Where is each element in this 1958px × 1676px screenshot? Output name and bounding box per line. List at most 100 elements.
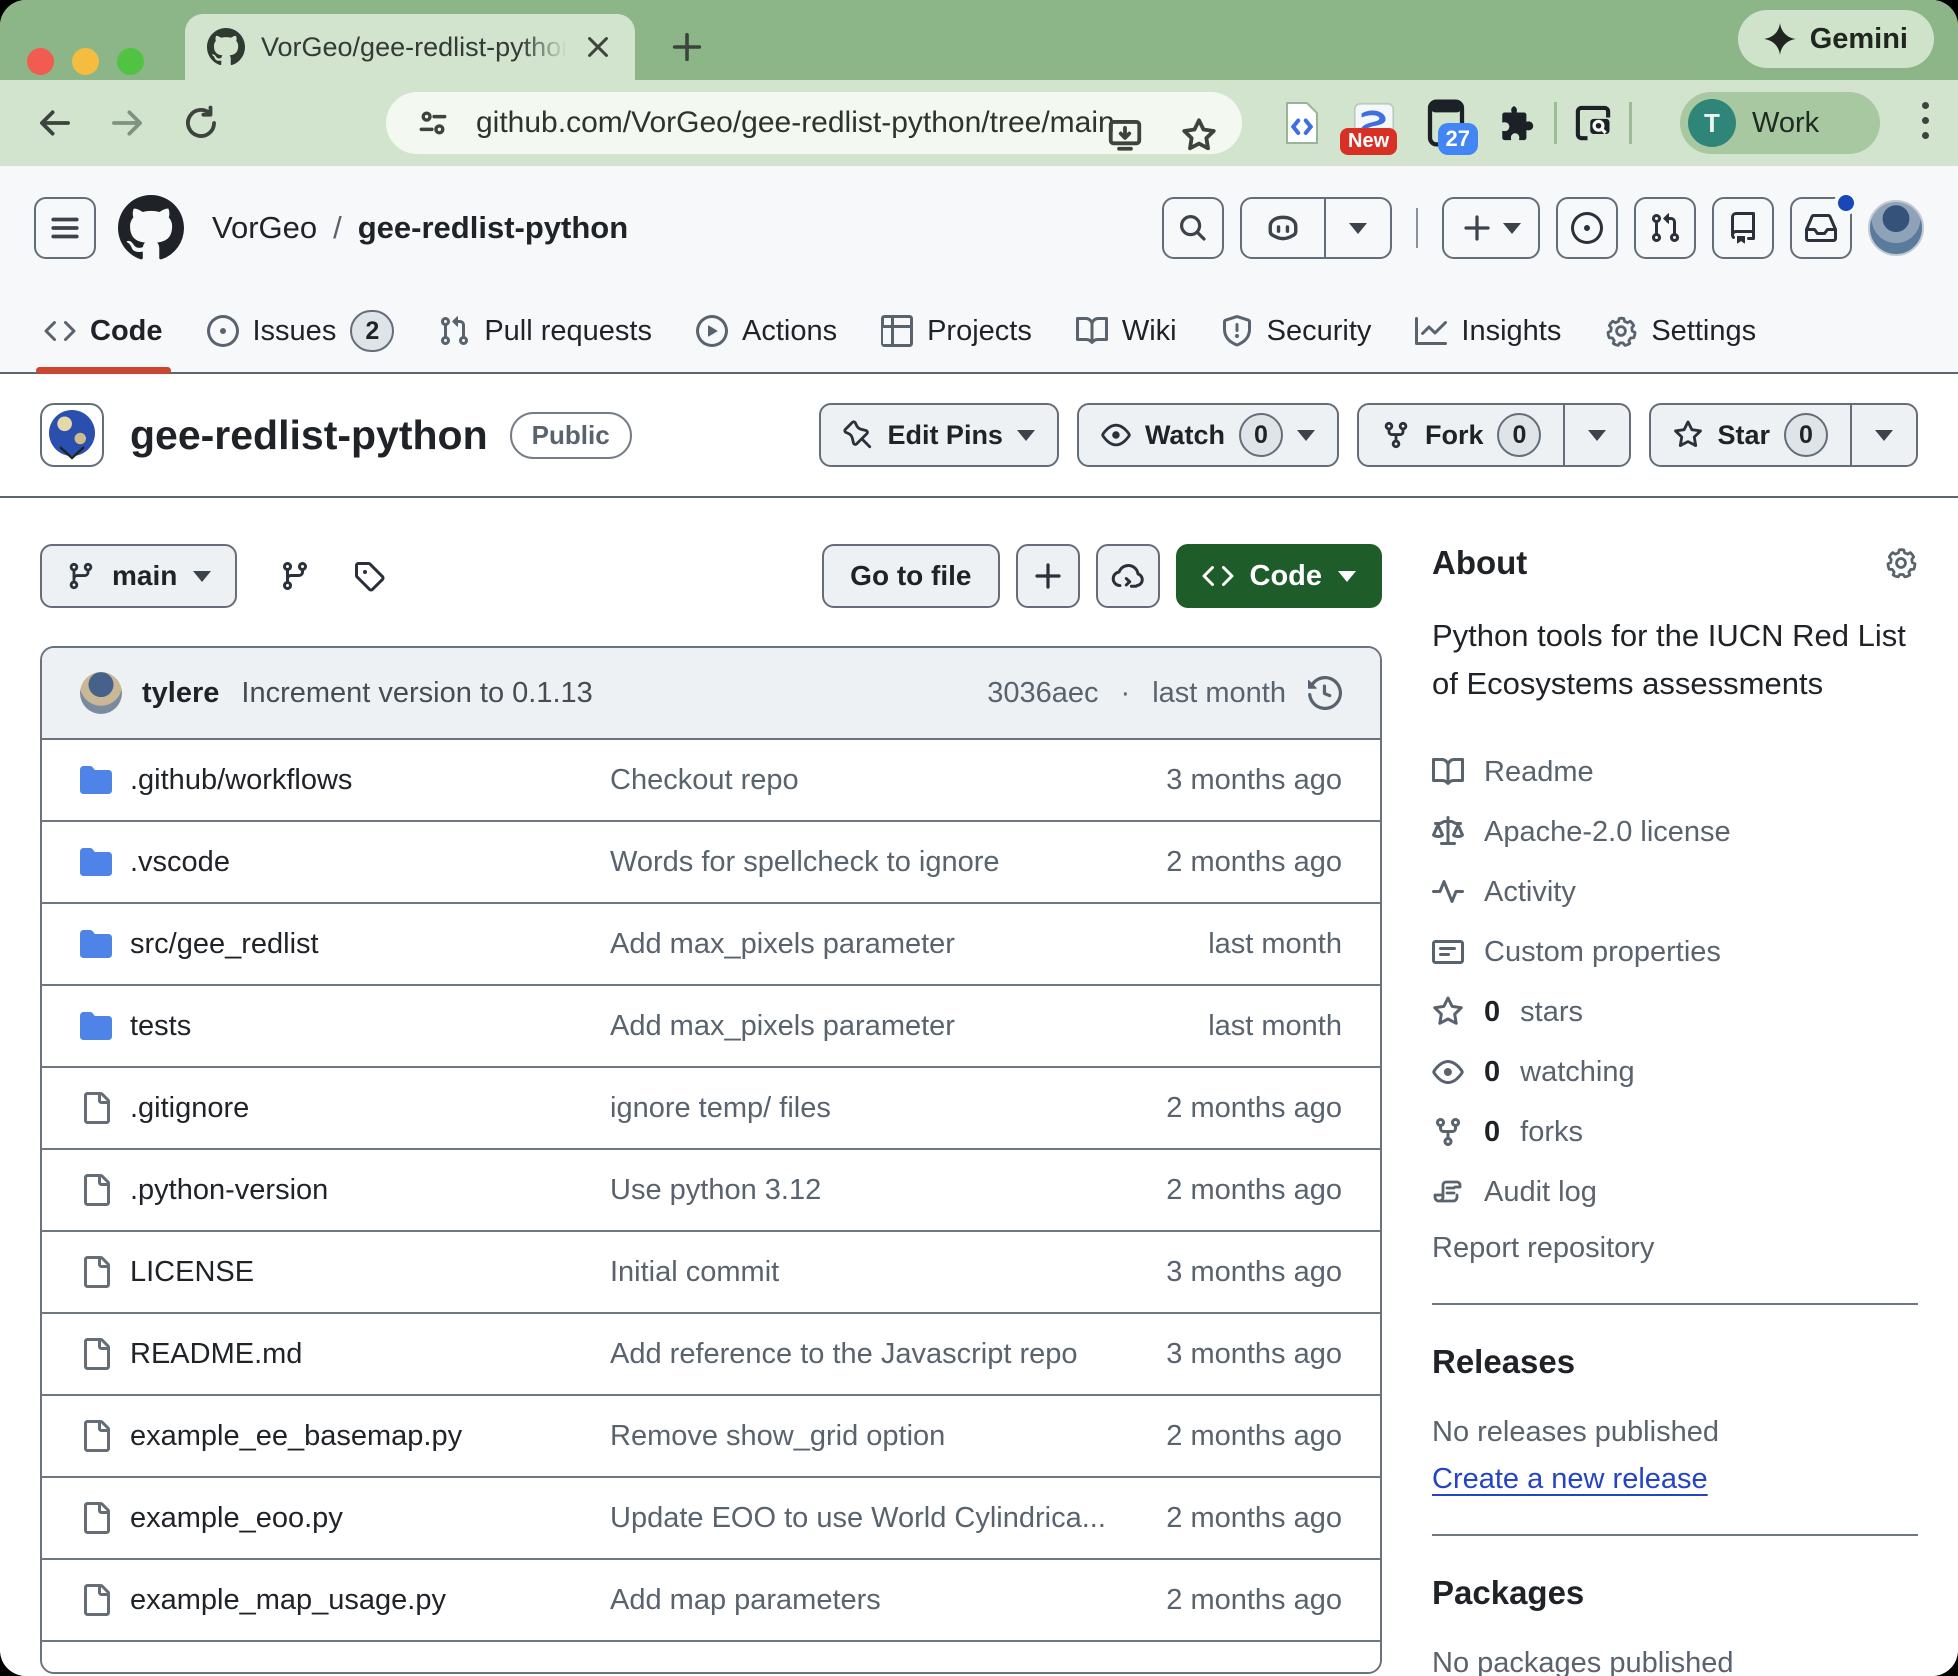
- new-tab-button[interactable]: [660, 20, 714, 74]
- profile-avatar: T: [1688, 99, 1736, 147]
- repositories-button[interactable]: [1712, 197, 1774, 259]
- tab-title: VorGeo/gee-redlist-python: P: [261, 32, 567, 63]
- file-row[interactable]: [42, 1642, 1380, 1672]
- file-row[interactable]: LICENSE Initial commit 3 months ago: [42, 1232, 1380, 1314]
- star-button[interactable]: Star 0: [1651, 405, 1852, 465]
- breadcrumb-repo[interactable]: gee-redlist-python: [358, 210, 628, 246]
- extensions-puzzle-icon[interactable]: [1496, 97, 1540, 149]
- tab-pull-requests[interactable]: Pull requests: [416, 290, 674, 372]
- profile-label: Work: [1752, 107, 1819, 140]
- commit-author-avatar[interactable]: [80, 672, 122, 714]
- github-logo[interactable]: [118, 195, 184, 261]
- tab-projects[interactable]: Projects: [859, 290, 1054, 372]
- forward-button[interactable]: [108, 104, 146, 142]
- site-settings-icon[interactable]: [416, 106, 450, 140]
- sidebar-link-readme[interactable]: Readme: [1432, 742, 1918, 802]
- visibility-badge: Public: [510, 412, 632, 459]
- watch-button[interactable]: Watch 0: [1077, 403, 1339, 467]
- file-row[interactable]: .gitignore ignore temp/ files 2 months a…: [42, 1068, 1380, 1150]
- file-row[interactable]: example_map_usage.py Add map parameters …: [42, 1560, 1380, 1642]
- law-icon: [1432, 816, 1464, 848]
- edit-pins-button[interactable]: Edit Pins: [819, 403, 1059, 467]
- star-button-group[interactable]: Star 0: [1649, 403, 1918, 467]
- sidebar-link-stars[interactable]: 0 stars: [1432, 982, 1918, 1042]
- browser-tab[interactable]: VorGeo/gee-redlist-python: P: [185, 14, 635, 80]
- minimize-window-button[interactable]: [72, 48, 99, 75]
- back-button[interactable]: [36, 104, 74, 142]
- file-row[interactable]: .python-version Use python 3.12 2 months…: [42, 1150, 1380, 1232]
- tab-wiki[interactable]: Wiki: [1054, 290, 1199, 372]
- file-row[interactable]: README.md Add reference to the Javascrip…: [42, 1314, 1380, 1396]
- edit-about-gear-icon[interactable]: [1884, 546, 1918, 580]
- gemini-button[interactable]: Gemini: [1738, 10, 1934, 68]
- commit-sha[interactable]: 3036aec: [987, 677, 1098, 710]
- code-button[interactable]: Code: [1176, 544, 1383, 608]
- branches-icon[interactable]: [279, 560, 311, 592]
- copilot-button-group[interactable]: [1240, 197, 1392, 259]
- code-file-extension-icon[interactable]: [1280, 97, 1324, 149]
- star-icon: [1432, 996, 1464, 1028]
- star-dropdown[interactable]: [1852, 405, 1916, 465]
- commit-message[interactable]: Increment version to 0.1.13: [241, 677, 592, 710]
- tab-actions[interactable]: Actions: [674, 290, 859, 372]
- fork-dropdown[interactable]: [1565, 405, 1629, 465]
- commit-author[interactable]: tylere: [142, 677, 219, 710]
- fork-button-group[interactable]: Fork 0: [1357, 403, 1632, 467]
- search-button[interactable]: [1162, 197, 1224, 259]
- tab-insights[interactable]: Insights: [1393, 290, 1583, 372]
- branch-selector[interactable]: main: [40, 544, 237, 608]
- zoom-window-button[interactable]: [117, 48, 144, 75]
- address-bar[interactable]: github.com/VorGeo/gee-redlist-python/tre…: [386, 92, 1242, 154]
- reload-button[interactable]: [182, 104, 220, 142]
- file-row[interactable]: tests Add max_pixels parameter last mont…: [42, 986, 1380, 1068]
- tab-code[interactable]: Code: [22, 290, 185, 372]
- copilot-icon[interactable]: [1242, 199, 1326, 257]
- sidebar-link-audit-log[interactable]: Audit log: [1432, 1162, 1918, 1222]
- github-app-header: VorGeo / gee-redlist-python: [0, 166, 1958, 290]
- file-row[interactable]: example_ee_basemap.py Remove show_grid o…: [42, 1396, 1380, 1478]
- sidebar-link-custom-properties[interactable]: Custom properties: [1432, 922, 1918, 982]
- close-tab-icon[interactable]: [583, 32, 613, 62]
- org-avatar[interactable]: [40, 403, 104, 467]
- sidebar-link-license[interactable]: Apache-2.0 license: [1432, 802, 1918, 862]
- bookmark-star-icon[interactable]: [1180, 116, 1218, 154]
- copilot-dropdown[interactable]: [1326, 199, 1390, 257]
- inbox-button[interactable]: [1790, 197, 1852, 259]
- user-avatar[interactable]: [1868, 200, 1924, 256]
- history-icon[interactable]: [1308, 676, 1342, 710]
- latest-commit-bar[interactable]: tylere Increment version to 0.1.13 3036a…: [42, 648, 1380, 740]
- new-badged-extension-icon[interactable]: New: [1352, 97, 1396, 149]
- go-to-file-button[interactable]: Go to file: [822, 544, 999, 608]
- tab-issues[interactable]: Issues 2: [185, 290, 417, 372]
- fork-button[interactable]: Fork 0: [1359, 405, 1566, 465]
- tab-settings[interactable]: Settings: [1583, 290, 1778, 372]
- file-row[interactable]: example_eoo.py Update EOO to use World C…: [42, 1478, 1380, 1560]
- create-new-button[interactable]: [1442, 197, 1540, 259]
- issues-button[interactable]: [1556, 197, 1618, 259]
- install-app-icon[interactable]: [1106, 116, 1144, 154]
- fork-count: 0: [1497, 413, 1541, 457]
- calendar-extension-icon[interactable]: 27: [1424, 97, 1468, 149]
- repo-title[interactable]: gee-redlist-python: [130, 412, 488, 459]
- extension-calendar-badge: 27: [1438, 123, 1478, 155]
- add-file-button[interactable]: [1016, 544, 1080, 608]
- codespaces-icon-button[interactable]: [1096, 544, 1160, 608]
- search-tabs-icon[interactable]: [1571, 97, 1615, 149]
- breadcrumb-owner[interactable]: VorGeo: [212, 210, 317, 246]
- tab-security[interactable]: Security: [1199, 290, 1394, 372]
- url-text[interactable]: github.com/VorGeo/gee-redlist-python/tre…: [476, 106, 1115, 140]
- close-window-button[interactable]: [27, 48, 54, 75]
- sidebar-link-activity[interactable]: Activity: [1432, 862, 1918, 922]
- create-release-link[interactable]: Create a new release: [1432, 1463, 1708, 1496]
- report-repository-link[interactable]: Report repository: [1432, 1232, 1918, 1265]
- tags-icon[interactable]: [353, 560, 385, 592]
- file-row[interactable]: src/gee_redlist Add max_pixels parameter…: [42, 904, 1380, 986]
- file-row[interactable]: .github/workflows Checkout repo 3 months…: [42, 740, 1380, 822]
- file-row[interactable]: .vscode Words for spellcheck to ignore 2…: [42, 822, 1380, 904]
- global-nav-menu-button[interactable]: [34, 197, 96, 259]
- browser-menu-button[interactable]: [1920, 102, 1930, 139]
- sidebar-link-watching[interactable]: 0 watching: [1432, 1042, 1918, 1102]
- browser-profile-button[interactable]: T Work: [1680, 92, 1880, 154]
- sidebar-link-forks[interactable]: 0 forks: [1432, 1102, 1918, 1162]
- pull-requests-button[interactable]: [1634, 197, 1696, 259]
